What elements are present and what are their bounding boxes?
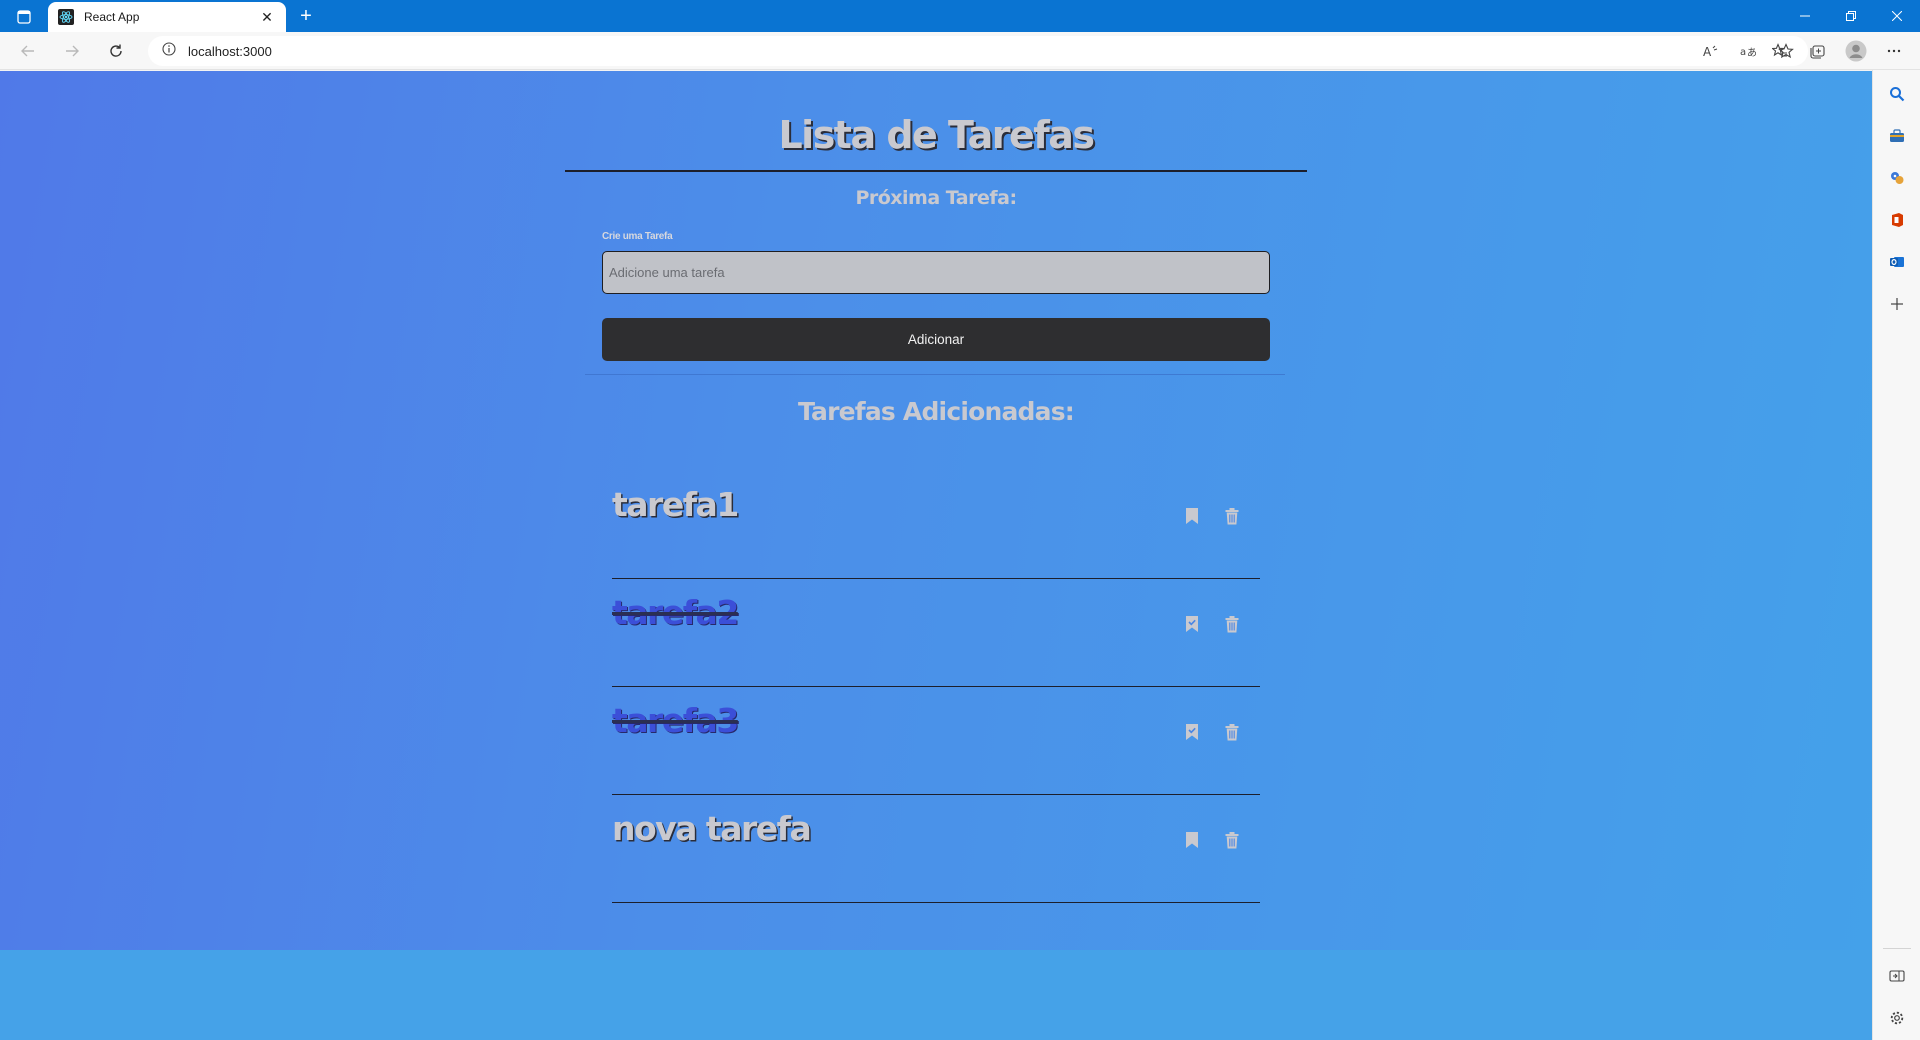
tab-actions-icon[interactable]: [12, 6, 36, 28]
add-task-button[interactable]: Adicionar: [602, 318, 1270, 361]
svg-text:あ: あ: [1747, 47, 1756, 59]
read-aloud-icon[interactable]: A: [1696, 37, 1724, 65]
office-icon[interactable]: [1885, 208, 1909, 232]
games-icon[interactable]: [1885, 166, 1909, 190]
next-task-heading: Próxima Tarefa:: [855, 187, 1017, 209]
page-title: Lista de Tarefas: [778, 113, 1095, 157]
site-info-icon[interactable]: [162, 41, 176, 61]
shopping-icon[interactable]: [1885, 124, 1909, 148]
address-bar[interactable]: localhost:3000 A aあ: [148, 36, 1808, 66]
search-icon[interactable]: [1885, 82, 1909, 106]
form-divider: [585, 374, 1285, 375]
title-divider: [565, 170, 1307, 172]
task-list: tarefa1 tarefa2 tarefa3 nova tarefa: [612, 471, 1260, 903]
task-name: tarefa1: [612, 485, 739, 524]
tab-strip: React App ✕ +: [0, 0, 1920, 32]
browser-toolbar: localhost:3000 A aあ: [0, 32, 1920, 70]
svg-text:a: a: [1740, 47, 1746, 58]
more-menu-icon[interactable]: [1880, 37, 1908, 65]
task-name: nova tarefa: [612, 809, 812, 848]
task-input-label: Crie uma Tarefa: [602, 231, 673, 242]
tab-title: React App: [84, 10, 140, 24]
minimize-icon[interactable]: [1782, 0, 1828, 32]
trash-icon[interactable]: [1222, 614, 1242, 634]
page-viewport: Lista de Tarefas Próxima Tarefa: Crie um…: [0, 71, 1872, 1040]
add-sidebar-app-icon[interactable]: [1885, 292, 1909, 316]
task-name: tarefa3: [612, 701, 739, 740]
bookmark-check-icon[interactable]: [1182, 614, 1202, 634]
react-logo-icon: [58, 9, 74, 25]
task-item: nova tarefa: [612, 795, 1260, 903]
forward-icon[interactable]: [58, 37, 86, 65]
refresh-icon[interactable]: [102, 37, 130, 65]
trash-icon[interactable]: [1222, 830, 1242, 850]
trash-icon[interactable]: [1222, 722, 1242, 742]
edge-sidebar: [1872, 70, 1920, 1040]
sidebar-settings-icon[interactable]: [1885, 1006, 1909, 1030]
trash-icon[interactable]: [1222, 506, 1242, 526]
new-tab-button[interactable]: +: [294, 4, 318, 28]
close-tab-icon[interactable]: ✕: [258, 8, 276, 26]
hide-sidebar-icon[interactable]: [1885, 964, 1909, 988]
favorites-icon[interactable]: [1766, 37, 1794, 65]
task-name: tarefa2: [612, 593, 739, 632]
added-tasks-heading: Tarefas Adicionadas:: [797, 397, 1075, 426]
window-controls: [1782, 0, 1920, 32]
svg-text:A: A: [1703, 45, 1712, 59]
task-input[interactable]: [602, 251, 1270, 294]
restore-icon[interactable]: [1828, 0, 1874, 32]
task-item: tarefa2: [612, 579, 1260, 687]
profile-avatar-icon[interactable]: [1842, 37, 1870, 65]
bookmark-icon[interactable]: [1182, 830, 1202, 850]
outlook-icon[interactable]: [1885, 250, 1909, 274]
back-icon[interactable]: [14, 37, 42, 65]
sidebar-divider: [1883, 948, 1911, 949]
bookmark-check-icon[interactable]: [1182, 722, 1202, 742]
task-item: tarefa1: [612, 471, 1260, 579]
browser-tab[interactable]: React App ✕: [48, 2, 286, 32]
bookmark-icon[interactable]: [1182, 506, 1202, 526]
url-text: localhost:3000: [188, 43, 272, 59]
collections-icon[interactable]: [1804, 37, 1832, 65]
task-item: tarefa3: [612, 687, 1260, 795]
translate-icon[interactable]: aあ: [1734, 37, 1762, 65]
close-window-icon[interactable]: [1874, 0, 1920, 32]
